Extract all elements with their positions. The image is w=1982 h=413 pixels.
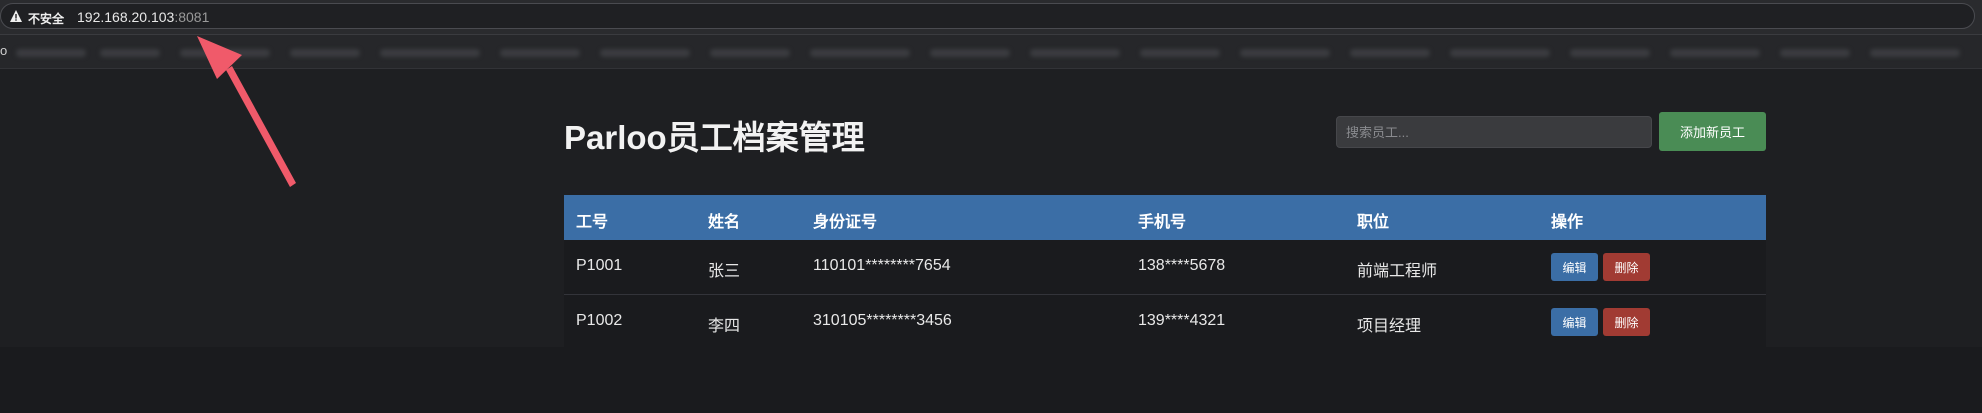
table-row: P1002 李四 310105********3456 139****4321 … [564,295,1766,350]
cell-phone: 139****4321 [1138,312,1226,329]
column-header-name: 姓名 [708,214,741,231]
employee-table: 工号 姓名 身份证号 手机号 职位 操作 P1001 张三 110101****… [564,195,1766,350]
bookmark-item[interactable] [290,49,360,57]
bookmark-item[interactable] [1450,49,1550,57]
edit-button[interactable]: 编辑 [1551,308,1598,336]
url-field[interactable]: 不安全 192.168.20.103:8081 [0,3,1975,29]
bookmark-item[interactable] [380,49,480,57]
cell-id: P1002 [576,312,623,329]
column-header-id: 工号 [576,214,609,231]
bookmark-item[interactable] [930,49,1010,57]
url-text: 192.168.20.103:8081 [77,9,209,25]
column-header-id-card: 身份证号 [813,214,878,231]
bookmark-item[interactable] [500,49,580,57]
column-header-actions: 操作 [1551,214,1584,231]
page-bottom [0,347,1982,413]
url-host: 192.168.20.103 [77,9,175,25]
bookmark-item[interactable] [1140,49,1220,57]
cell-id-card: 110101********7654 [813,257,951,274]
warning-icon[interactable] [9,9,23,23]
column-header-phone: 手机号 [1138,214,1187,231]
bookmark-item[interactable] [1240,49,1330,57]
bookmark-item[interactable] [1570,49,1650,57]
bookmark-item[interactable] [1030,49,1120,57]
add-employee-button[interactable]: 添加新员工 [1659,112,1766,151]
cell-phone: 138****5678 [1138,257,1226,274]
delete-button[interactable]: 删除 [1603,308,1650,336]
bookmark-item[interactable] [1350,49,1430,57]
bookmark-item[interactable] [600,49,690,57]
page-content: Parloo员工档案管理 添加新员工 工号 姓名 身份证号 手机号 职位 操作 … [0,69,1982,350]
bookmark-item[interactable] [100,49,160,57]
table-row: P1001 张三 110101********7654 138****5678 … [564,240,1766,295]
bookmark-stub[interactable]: o [0,43,7,58]
cell-position: 项目经理 [1357,318,1422,335]
bookmark-item[interactable] [810,49,910,57]
browser-address-bar: 不安全 192.168.20.103:8081 [0,0,1982,35]
bookmark-item[interactable] [710,49,790,57]
page-title: Parloo员工档案管理 [564,119,865,156]
bookmarks-bar: o [0,35,1982,69]
url-port: :8081 [174,9,210,25]
edit-button[interactable]: 编辑 [1551,253,1598,281]
cell-name: 李四 [708,318,741,335]
insecure-label: 不安全 [28,12,65,26]
cell-id: P1001 [576,257,623,274]
bookmark-item[interactable] [1780,49,1850,57]
search-input[interactable] [1336,116,1652,148]
table-header: 工号 姓名 身份证号 手机号 职位 操作 [564,195,1766,240]
cell-id-card: 310105********3456 [813,312,952,329]
column-header-position: 职位 [1357,214,1390,231]
cell-name: 张三 [708,263,741,280]
bookmark-item[interactable] [16,49,86,57]
delete-button[interactable]: 删除 [1603,253,1650,281]
bookmark-item[interactable] [180,49,270,57]
bookmark-item[interactable] [1870,49,1960,57]
bookmark-item[interactable] [1670,49,1760,57]
cell-position: 前端工程师 [1357,263,1438,280]
